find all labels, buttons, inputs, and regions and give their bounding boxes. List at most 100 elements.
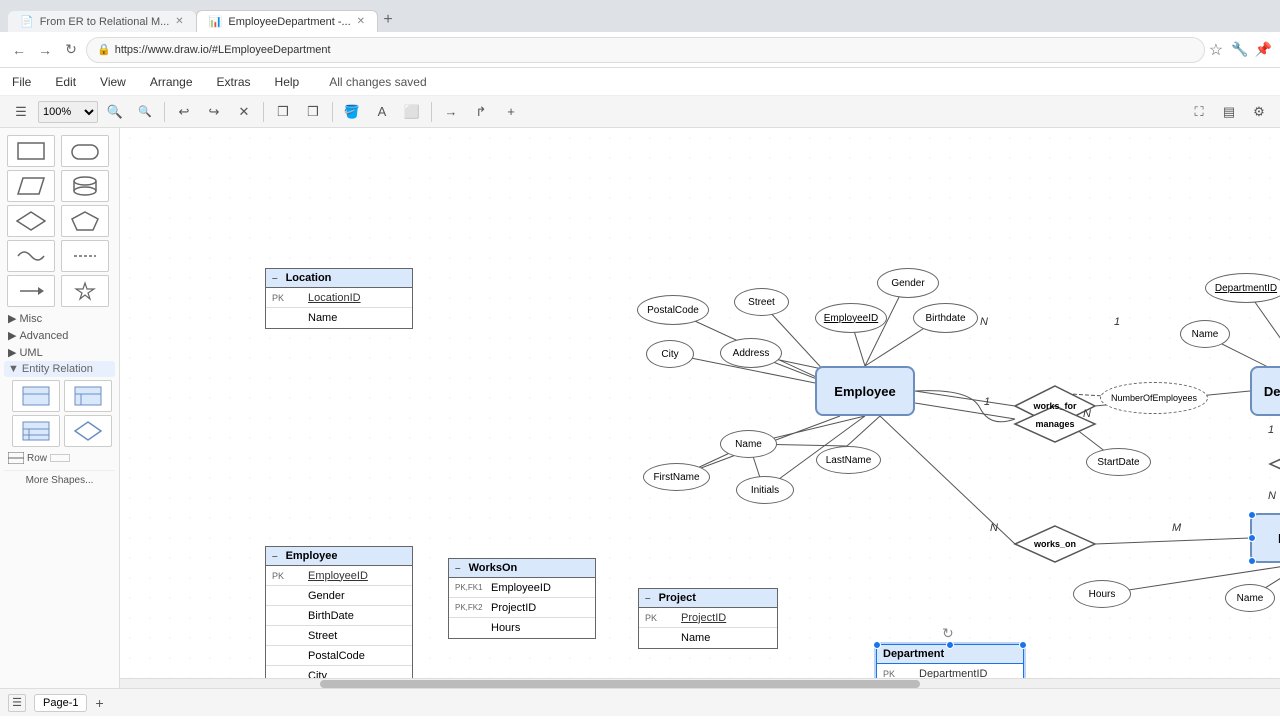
numemployees-label: NumberOfEmployees <box>1111 393 1197 403</box>
redo-btn[interactable]: ↪ <box>201 99 227 125</box>
sidebar-row-btn[interactable]: Row <box>4 450 115 466</box>
horizontal-scrollbar[interactable] <box>120 678 1280 688</box>
hours-attr[interactable]: Hours <box>1073 580 1131 608</box>
employee-table[interactable]: – Employee PK EmployeeID Gender BirthDat… <box>265 546 413 688</box>
fullscreen-btn[interactable]: ⛶ <box>1186 99 1212 125</box>
page-tab-1[interactable]: Page-1 <box>34 694 87 712</box>
shape-cylinder[interactable] <box>61 170 109 202</box>
workson-table[interactable]: – WorksOn PK,FK1 EmployeeID PK,FK2 Proje… <box>448 558 596 639</box>
controls-diamond[interactable]: controls <box>1268 444 1280 484</box>
shape-arrow[interactable] <box>7 275 55 307</box>
shape-pentagon[interactable] <box>61 205 109 237</box>
format-btn[interactable]: ▤ <box>1216 99 1242 125</box>
dept-refresh-icon[interactable]: ↻ <box>942 625 954 642</box>
menu-help[interactable]: Help <box>271 73 304 91</box>
street-attr[interactable]: Street <box>734 288 789 316</box>
location-table-title: Location <box>286 272 332 284</box>
zoom-select[interactable]: 100% 75% 150% <box>38 101 98 123</box>
insert-btn[interactable]: + <box>498 99 524 125</box>
works-on-diamond[interactable]: works_on <box>1013 524 1097 564</box>
lastname-attr[interactable]: LastName <box>816 446 881 474</box>
fill-color-btn[interactable]: 🪣 <box>339 99 365 125</box>
startdate-attr[interactable]: StartDate <box>1086 448 1151 476</box>
menu-edit[interactable]: Edit <box>51 73 80 91</box>
location-table[interactable]: – Location PK LocationID Name <box>265 268 413 329</box>
city-attr[interactable]: City <box>646 340 694 368</box>
tab2-close[interactable]: ✕ <box>357 16 365 27</box>
sidebar-misc[interactable]: ▶Misc <box>4 310 115 327</box>
employee-minimize-btn[interactable]: – <box>272 551 278 562</box>
menu-file[interactable]: File <box>8 73 35 91</box>
location-minimize-btn[interactable]: – <box>272 273 278 284</box>
paste-btn[interactable]: ❒ <box>300 99 326 125</box>
page-options-btn[interactable]: ☰ <box>8 694 26 712</box>
zoom-out-btn[interactable]: 🔍 <box>132 99 158 125</box>
reload-btn[interactable]: ↻ <box>60 39 82 61</box>
waypoint-btn[interactable]: ↱ <box>468 99 494 125</box>
zoom-in-btn[interactable]: 🔍 <box>102 99 128 125</box>
project-table[interactable]: – Project PK ProjectID Name <box>638 588 778 649</box>
menu-toggle-btn[interactable]: ☰ <box>8 99 34 125</box>
add-page-btn[interactable]: + <box>95 695 103 711</box>
url-display[interactable]: https://www.draw.io/#LEmployeeDepartment <box>115 44 331 56</box>
project-minimize-btn[interactable]: – <box>645 593 651 604</box>
more-shapes-btn[interactable]: More Shapes... <box>4 470 115 490</box>
shape-diamond[interactable] <box>7 205 55 237</box>
postalcode-attr[interactable]: PostalCode <box>637 295 709 325</box>
extension-1[interactable]: 🔧 <box>1231 41 1248 58</box>
menu-extras[interactable]: Extras <box>213 73 255 91</box>
shape-rounded[interactable] <box>61 135 109 167</box>
address-attr[interactable]: Address <box>720 338 782 368</box>
name-dept-attr[interactable]: Name <box>1180 320 1230 348</box>
workson-minimize-btn[interactable]: – <box>455 563 461 574</box>
name-dept-label: Name <box>1192 329 1219 340</box>
border-btn[interactable]: ⬜ <box>399 99 425 125</box>
initials-attr[interactable]: Initials <box>736 476 794 504</box>
extension-2[interactable]: 📌 <box>1255 41 1272 58</box>
birthdate-attr[interactable]: Birthdate <box>913 303 978 333</box>
numemployees-attr[interactable]: NumberOfEmployees <box>1100 382 1208 414</box>
tab1-close[interactable]: ✕ <box>175 16 183 27</box>
copy-btn[interactable]: ❒ <box>270 99 296 125</box>
shape-connector[interactable] <box>61 240 109 272</box>
er-table-shape[interactable] <box>12 380 60 412</box>
er-relation-shape[interactable] <box>64 415 112 447</box>
bookmark-btn[interactable]: ☆ <box>1209 40 1223 60</box>
sidebar-er[interactable]: ▼Entity Relation <box>4 361 115 377</box>
undo-btn[interactable]: ↩ <box>171 99 197 125</box>
tab-2[interactable]: 📊 EmployeeDepartment -... ✕ <box>196 10 378 32</box>
deptid-attr[interactable]: DepartmentID <box>1205 273 1280 303</box>
canvas[interactable]: – Location PK LocationID Name Employee D… <box>120 128 1280 688</box>
shape-star[interactable] <box>61 275 109 307</box>
font-color-btn[interactable]: A <box>369 99 395 125</box>
shape-process[interactable] <box>7 170 55 202</box>
sidebar-advanced[interactable]: ▶Advanced <box>4 327 115 344</box>
tab-1[interactable]: 📄 From ER to Relational M... ✕ <box>8 11 196 32</box>
menu-view[interactable]: View <box>96 73 130 91</box>
delete-btn[interactable]: ✕ <box>231 99 257 125</box>
settings-btn[interactable]: ⚙ <box>1246 99 1272 125</box>
employeeid-attr[interactable]: EmployeeID <box>815 303 887 333</box>
er-table2-shape[interactable] <box>64 380 112 412</box>
emp-row-1: PK EmployeeID <box>266 566 412 586</box>
department-entity[interactable]: Department <box>1250 366 1280 416</box>
shape-wave[interactable] <box>7 240 55 272</box>
shape-rect[interactable] <box>7 135 55 167</box>
emp-field-1: EmployeeID <box>308 570 368 582</box>
new-tab-btn[interactable]: + <box>378 8 398 32</box>
back-btn[interactable]: ← <box>8 39 30 61</box>
card-n-1: N <box>980 316 988 328</box>
gender-attr[interactable]: Gender <box>877 268 939 298</box>
er-table3-shape[interactable] <box>12 415 60 447</box>
name-proj-attr[interactable]: Name <box>1225 584 1275 612</box>
menu-arrange[interactable]: Arrange <box>146 73 197 91</box>
project-field-2: Name <box>681 632 710 644</box>
employee-entity[interactable]: Employee <box>815 366 915 416</box>
name-emp-attr[interactable]: Name <box>720 430 777 458</box>
connector-btn[interactable]: → <box>438 99 464 125</box>
forward-btn[interactable]: → <box>34 39 56 61</box>
sidebar-uml[interactable]: ▶UML <box>4 344 115 361</box>
firstname-attr[interactable]: FirstName <box>643 463 710 491</box>
scrollbar-thumb[interactable] <box>320 680 920 688</box>
project-entity[interactable]: Project <box>1250 513 1280 563</box>
